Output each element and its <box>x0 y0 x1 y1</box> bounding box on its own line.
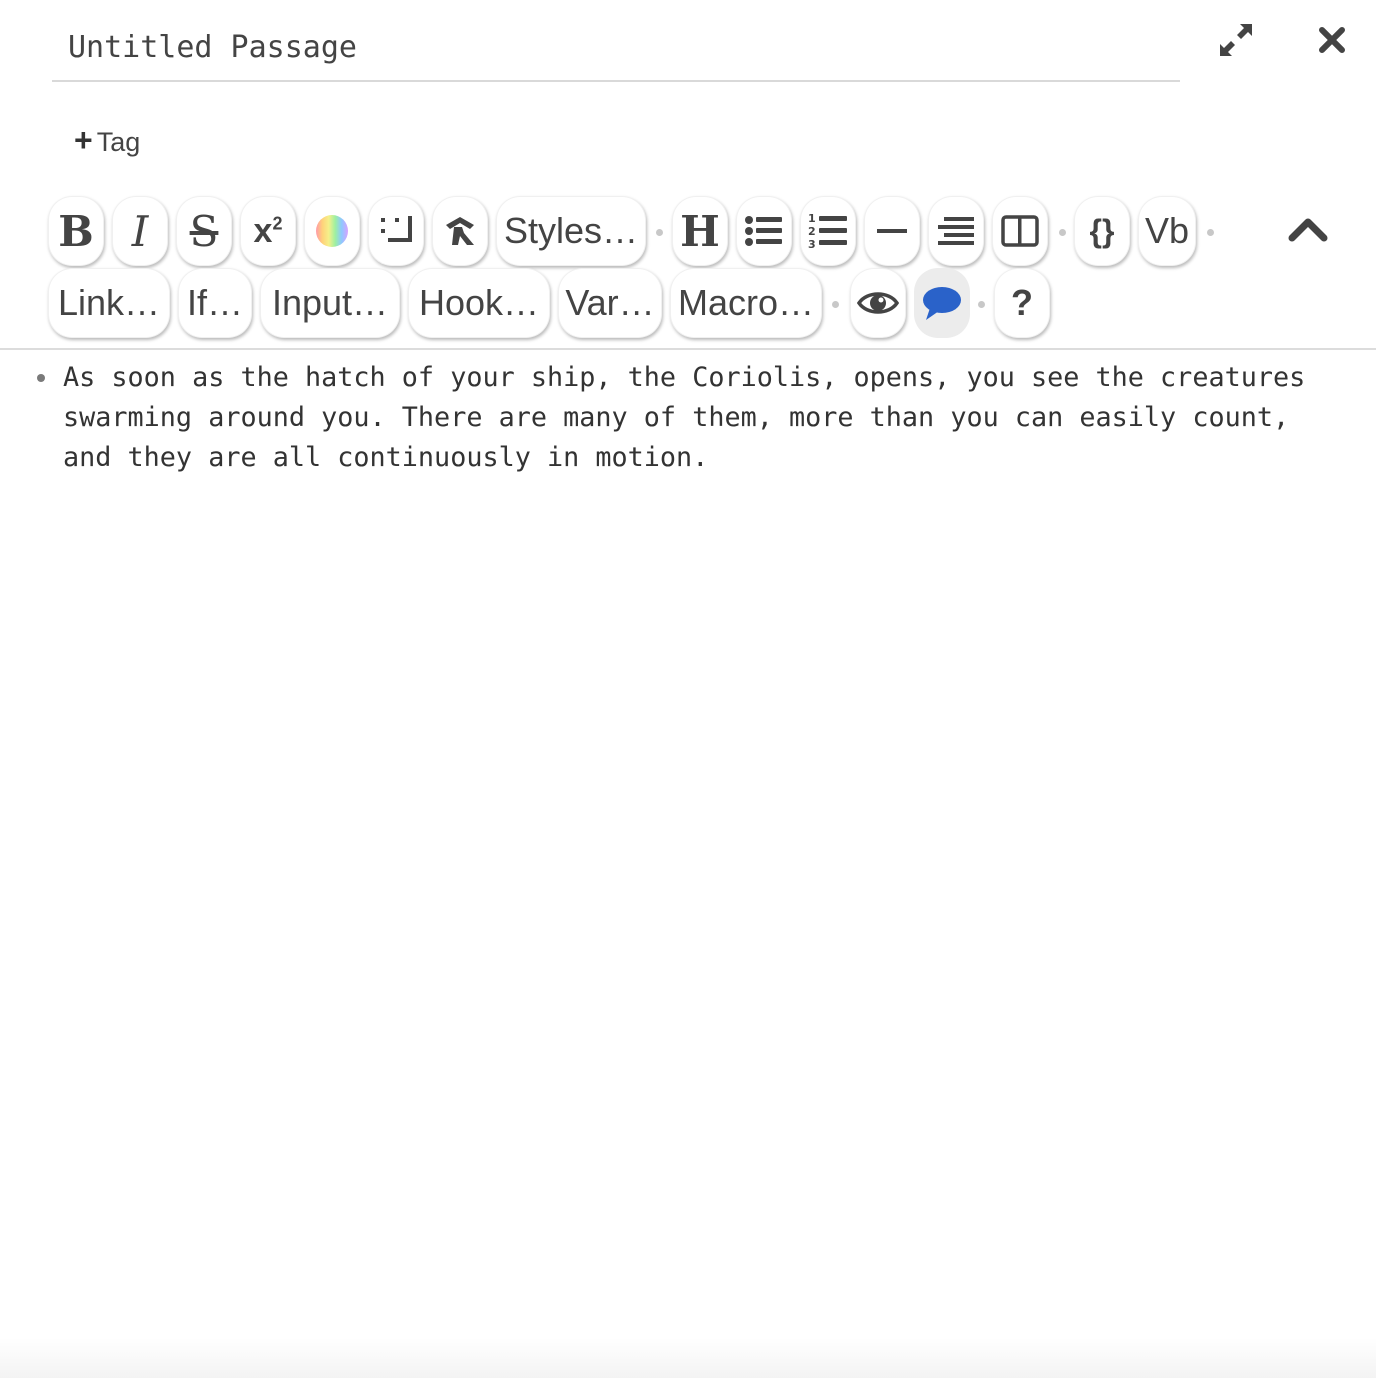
italic-button[interactable]: I <box>112 196 168 266</box>
if-menu-button[interactable]: If… <box>178 268 252 338</box>
eye-icon <box>857 292 899 314</box>
input-menu-button[interactable]: Input… <box>260 268 400 338</box>
add-tag-button[interactable]: + Tag <box>74 122 140 162</box>
toolbar-separator <box>978 301 985 308</box>
align-right-icon <box>938 217 974 245</box>
expand-button[interactable] <box>1214 18 1258 62</box>
styles-label: Styles… <box>503 210 639 251</box>
help-label: ? <box>1011 282 1033 323</box>
bullet-dot-icon <box>37 374 45 382</box>
plus-icon: + <box>74 122 93 158</box>
strikethrough-icon: S <box>189 206 219 256</box>
strikethrough-button[interactable]: S <box>176 196 232 266</box>
horizontal-rule-icon <box>877 229 907 233</box>
svg-text:1: 1 <box>808 212 816 225</box>
speech-bubble-icon <box>923 287 961 320</box>
close-x-icon <box>1319 27 1345 53</box>
code-braces-icon: {} <box>1089 212 1115 249</box>
comments-toggle-button[interactable] <box>914 268 970 338</box>
link-menu-button[interactable]: Link… <box>48 268 170 338</box>
hook-label: Hook… <box>418 282 540 323</box>
columns-button[interactable] <box>992 196 1048 266</box>
rainbow-circle-icon <box>316 215 348 247</box>
bullet-list: As soon as the hatch of your ship, the C… <box>30 358 1350 478</box>
toolbar-separator <box>656 229 663 236</box>
superscript-exponent: 2 <box>272 213 283 234</box>
toolbar-divider <box>0 348 1376 350</box>
if-label: If… <box>186 282 243 323</box>
code-button[interactable]: {} <box>1074 196 1130 266</box>
styles-menu-button[interactable]: Styles… <box>496 196 646 266</box>
superscript-base: x <box>253 211 273 250</box>
superscript-icon: x2 <box>254 212 283 251</box>
input-label: Input… <box>271 282 389 323</box>
toolbar-separator <box>1207 229 1214 236</box>
passage-text-editor[interactable]: As soon as the hatch of your ship, the C… <box>30 358 1350 478</box>
var-label: Var… <box>565 282 655 323</box>
close-button[interactable] <box>1312 20 1352 60</box>
add-tag-label: Tag <box>96 126 141 157</box>
bulleted-list-icon <box>745 216 782 246</box>
svg-text:2: 2 <box>808 225 816 238</box>
passage-title-input[interactable] <box>52 14 1180 82</box>
columns-icon <box>1001 215 1039 247</box>
superscript-button[interactable]: x2 <box>240 196 296 266</box>
bold-button[interactable]: B <box>48 196 104 266</box>
find-button[interactable] <box>850 268 906 338</box>
macro-label: Macro… <box>677 282 815 323</box>
heading-button[interactable]: H <box>672 196 728 266</box>
var-menu-button[interactable]: Var… <box>558 268 662 338</box>
verbatim-button[interactable]: Vb <box>1138 196 1196 266</box>
numbered-list-icon: 123 <box>808 212 847 250</box>
heading-icon: H <box>680 206 720 256</box>
colours-button[interactable] <box>304 196 360 266</box>
svg-text:3: 3 <box>808 238 816 250</box>
whitespace-button[interactable] <box>368 196 424 266</box>
whitespace-bracket-icon <box>381 216 412 242</box>
align-button[interactable] <box>928 196 984 266</box>
chevron-up-icon <box>1288 218 1328 242</box>
help-button[interactable]: ? <box>994 268 1050 338</box>
toolbar-separator <box>832 301 839 308</box>
hook-menu-button[interactable]: Hook… <box>408 268 550 338</box>
special-char-icon <box>446 217 474 245</box>
horizontal-rule-button[interactable] <box>864 196 920 266</box>
verbatim-label: Vb <box>1144 210 1190 251</box>
bottom-edge <box>0 1338 1376 1378</box>
special-characters-button[interactable] <box>432 196 488 266</box>
toolbar-separator <box>1059 229 1066 236</box>
expand-arrows-icon <box>1220 24 1252 56</box>
list-item: As soon as the hatch of your ship, the C… <box>37 358 1350 478</box>
link-label: Link… <box>57 282 161 323</box>
bulleted-list-button[interactable] <box>736 196 792 266</box>
numbered-list-button[interactable]: 123 <box>800 196 856 266</box>
list-item-text: As soon as the hatch of your ship, the C… <box>63 362 1306 473</box>
collapse-toolbar-button[interactable] <box>1284 208 1332 248</box>
bold-icon: B <box>58 206 94 256</box>
macro-menu-button[interactable]: Macro… <box>670 268 822 338</box>
italic-icon: I <box>131 206 149 256</box>
